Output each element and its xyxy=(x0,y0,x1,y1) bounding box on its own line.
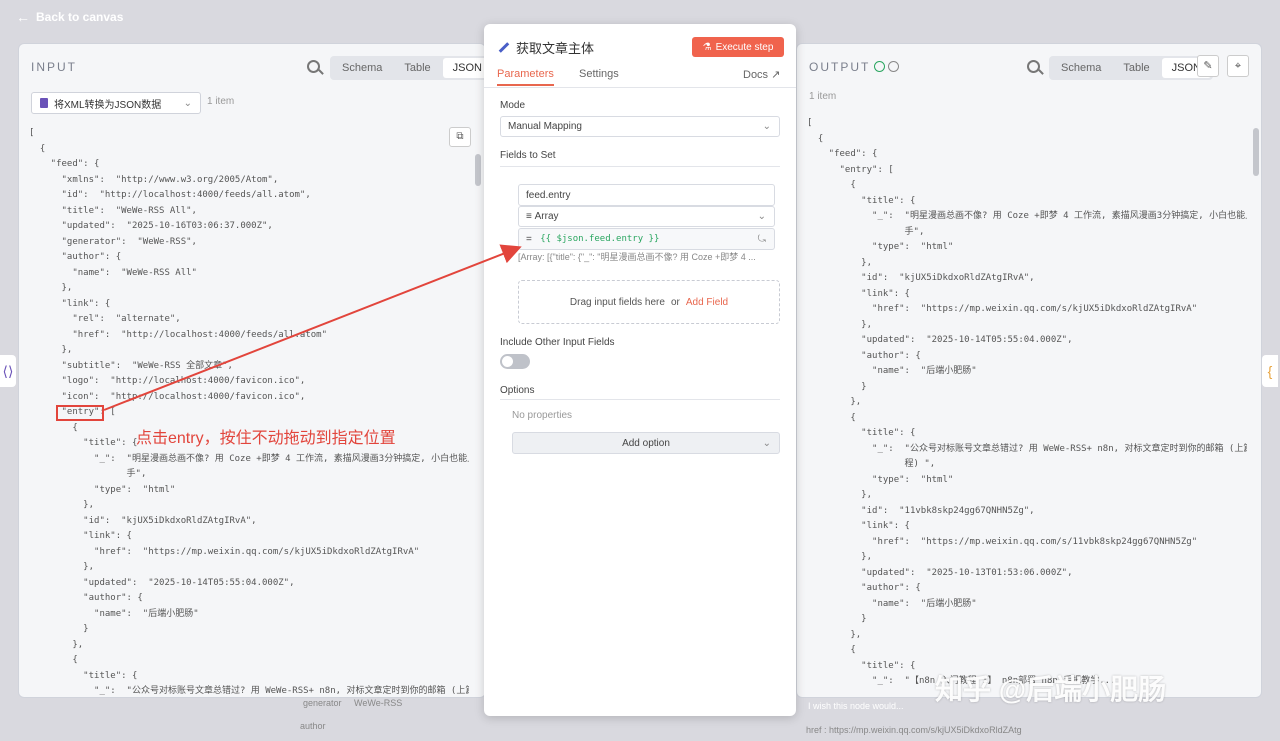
drag-arrow xyxy=(103,244,522,411)
arrow-left-icon: ← xyxy=(16,9,30,25)
back-label: Back to canvas xyxy=(36,10,124,24)
watermark: 知乎 @后端小肥肠 xyxy=(935,674,1167,705)
back-to-canvas-button[interactable]: ← Back to canvas xyxy=(16,9,123,25)
